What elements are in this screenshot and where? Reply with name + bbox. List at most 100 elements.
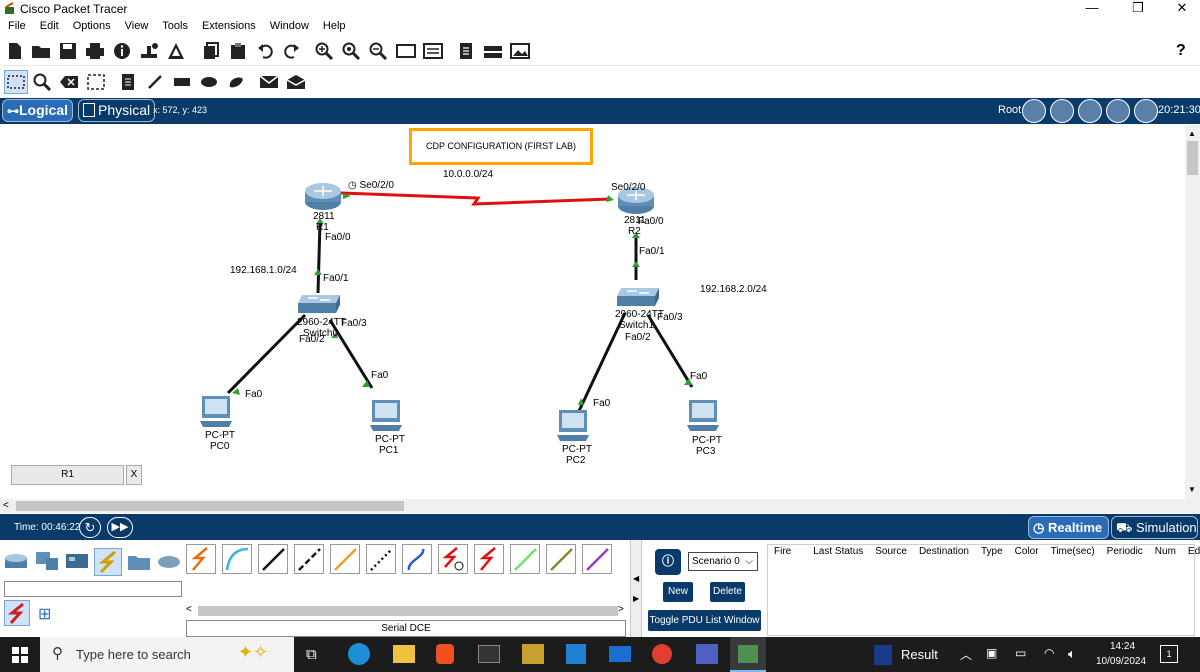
back-icon[interactable] — [1022, 99, 1046, 123]
inspect-icon[interactable] — [31, 71, 53, 93]
minimize-button[interactable]: — — [1070, 0, 1114, 18]
help-button[interactable]: ? — [1176, 42, 1186, 60]
toggle-pdu-list-button[interactable]: Toggle PDU List Window — [648, 610, 761, 631]
device-popup-r1[interactable]: R1 — [11, 465, 124, 485]
horizontal-scroll-thumb[interactable] — [16, 501, 404, 511]
cable-straight-icon[interactable] — [258, 544, 288, 574]
components-icon[interactable] — [64, 550, 90, 576]
move-object-icon[interactable] — [1078, 99, 1102, 123]
restore-button[interactable]: ❐ — [1116, 0, 1160, 18]
cable-coaxial-icon[interactable] — [402, 544, 432, 574]
weather-text[interactable]: Result — [901, 647, 938, 662]
draw-line-icon[interactable] — [144, 71, 166, 93]
task-view-icon[interactable]: ⧉ — [306, 646, 317, 663]
freeform-icon[interactable] — [225, 71, 247, 93]
menu-window[interactable]: Window — [263, 18, 316, 32]
paste-icon[interactable] — [227, 40, 249, 62]
open-folder-icon[interactable] — [30, 40, 52, 62]
end-devices-icon[interactable] — [34, 550, 60, 576]
scenario-select[interactable]: Scenario 0 ⌵ — [688, 552, 758, 571]
scenario-info-icon[interactable]: ⓘ — [655, 549, 681, 575]
redo-icon[interactable] — [281, 40, 303, 62]
close-button[interactable]: ✕ — [1160, 0, 1200, 18]
file-explorer-icon[interactable] — [393, 645, 415, 663]
cable-usb-icon[interactable] — [582, 544, 612, 574]
vertical-scroll-thumb[interactable] — [1187, 141, 1198, 175]
tab-physical[interactable]: Physical — [78, 99, 156, 122]
wifi-icon[interactable]: ◠ — [1044, 646, 1054, 660]
cable-octal-icon[interactable] — [510, 544, 540, 574]
connections-subtype-icon[interactable] — [4, 600, 30, 626]
store-icon[interactable] — [566, 644, 586, 664]
cable-serial-dte-icon[interactable] — [474, 544, 504, 574]
menu-extensions[interactable]: Extensions — [195, 18, 263, 32]
drawing-palette-icon[interactable] — [395, 40, 417, 62]
copy-icon[interactable] — [200, 40, 222, 62]
brave-icon[interactable] — [436, 644, 454, 664]
realtime-mode-button[interactable]: ◷ Realtime — [1028, 516, 1109, 539]
scroll-left-icon[interactable]: < — [3, 500, 9, 511]
app-icon-1[interactable] — [522, 644, 544, 664]
draw-ellipse-icon[interactable] — [198, 71, 220, 93]
cable-scroll-thumb[interactable] — [198, 606, 618, 616]
clock-icon[interactable] — [1134, 99, 1158, 123]
popup-close-button[interactable]: X — [126, 465, 142, 485]
scroll-up-icon[interactable]: ▲ — [1188, 129, 1196, 138]
switch0-icon[interactable] — [296, 293, 342, 320]
misc-icon[interactable] — [126, 550, 152, 576]
delete-scenario-button[interactable]: Delete — [710, 582, 745, 602]
activity-wizard-icon[interactable] — [165, 40, 187, 62]
cable-crossover-icon[interactable] — [294, 544, 324, 574]
cluster-icon[interactable] — [1050, 99, 1074, 123]
menu-tools[interactable]: Tools — [155, 18, 195, 32]
save-icon[interactable] — [57, 40, 79, 62]
draw-rectangle-icon[interactable] — [171, 71, 193, 93]
menu-file[interactable]: File — [0, 18, 33, 32]
network-info-icon[interactable] — [138, 40, 160, 62]
new-file-icon[interactable] — [4, 40, 26, 62]
tray-app-icon[interactable]: ▣ — [986, 646, 997, 660]
scroll-down-icon[interactable]: ▼ — [1188, 485, 1196, 494]
resize-shape-icon[interactable] — [85, 71, 107, 93]
splitter-left-icon[interactable]: ◀ — [633, 574, 639, 583]
complex-pdu-icon[interactable] — [285, 71, 307, 93]
horizontal-scrollbar[interactable]: < — [0, 499, 1200, 513]
zoom-in-icon[interactable] — [313, 40, 335, 62]
network-devices-icon[interactable] — [4, 550, 30, 576]
cable-serial-dce-icon[interactable] — [438, 544, 468, 574]
vertical-scrollbar[interactable]: ▲ ▼ — [1185, 125, 1200, 499]
menu-options[interactable]: Options — [66, 18, 118, 32]
undo-icon[interactable] — [254, 40, 276, 62]
taskbar-search-box[interactable]: ⚲ Type here to search ✦✧ — [40, 637, 294, 672]
note-box[interactable]: CDP CONFIGURATION (FIRST LAB) — [409, 128, 593, 165]
packet-tracer-task-icon[interactable] — [730, 637, 766, 672]
cable-console-icon[interactable] — [222, 544, 252, 574]
background-image-icon[interactable] — [1106, 99, 1130, 123]
document-icon[interactable] — [455, 40, 477, 62]
power-cycle-icon[interactable]: ↻ — [79, 517, 101, 538]
new-scenario-button[interactable]: New — [663, 582, 693, 602]
cable-iot-icon[interactable] — [546, 544, 576, 574]
zoom-out-icon[interactable] — [367, 40, 389, 62]
fast-forward-icon[interactable]: ▶▶ — [107, 517, 133, 538]
note-icon[interactable] — [117, 71, 139, 93]
cable-scroll-left-icon[interactable]: < — [186, 604, 192, 615]
select-tool-icon[interactable] — [4, 70, 28, 94]
cable-phone-icon[interactable] — [366, 544, 396, 574]
simple-pdu-icon[interactable] — [258, 71, 280, 93]
logical-workspace[interactable]: CDP CONFIGURATION (FIRST LAB) 10.0.0.0/2… — [0, 125, 1185, 499]
zoom-reset-icon[interactable] — [340, 40, 362, 62]
device-template-icon[interactable] — [482, 40, 504, 62]
network-app-icon[interactable] — [696, 644, 718, 664]
notification-icon[interactable]: 1 — [1160, 645, 1178, 663]
pc2-icon[interactable] — [556, 409, 590, 446]
edge-icon[interactable] — [348, 643, 370, 665]
connections-icon[interactable] — [94, 548, 122, 576]
battery-icon[interactable]: ▭ — [1015, 646, 1026, 660]
grid-icon[interactable]: ⊞ — [38, 604, 51, 624]
custom-devices-icon[interactable] — [422, 40, 444, 62]
tray-chevron-icon[interactable]: ︿ — [960, 646, 972, 663]
pc3-icon[interactable] — [686, 399, 720, 436]
cable-fiber-icon[interactable] — [330, 544, 360, 574]
simulation-mode-button[interactable]: ⛟ Simulation — [1111, 516, 1198, 539]
